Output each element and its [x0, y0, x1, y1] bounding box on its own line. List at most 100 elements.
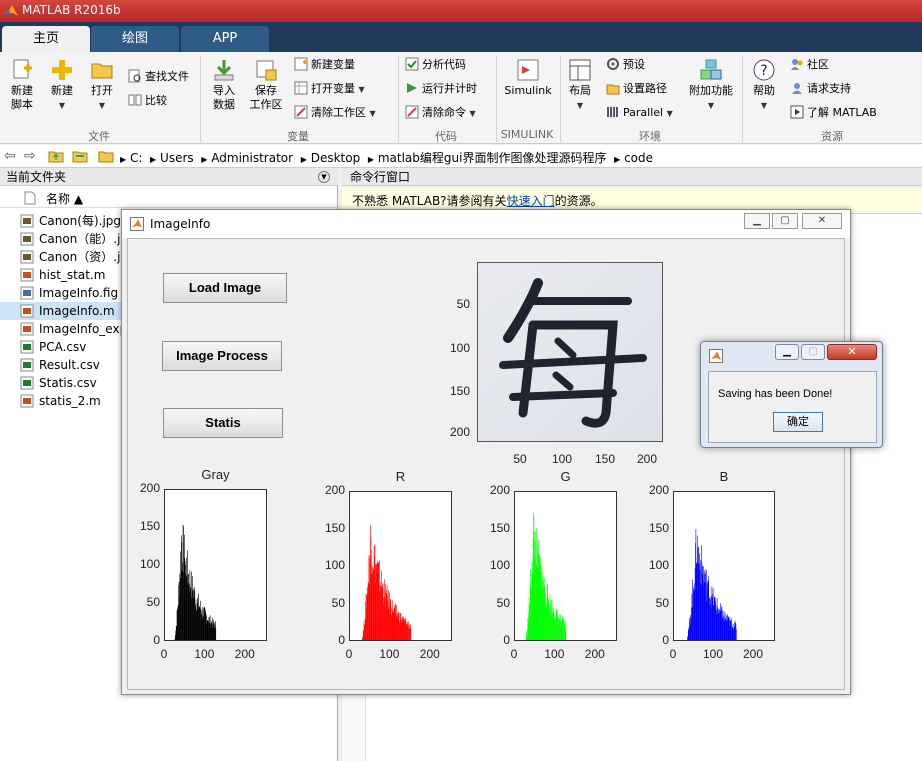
set-path-button[interactable]: 设置路径 [606, 80, 667, 98]
learn-matlab-button[interactable]: 了解 MATLAB [790, 104, 877, 122]
community-button[interactable]: 社区 [790, 56, 829, 74]
breadcrumb-administrator[interactable]: Administrator [211, 151, 293, 165]
breadcrumb-code[interactable]: code [624, 151, 653, 165]
csv-file-icon [20, 358, 34, 372]
find-files-button[interactable]: 查找文件 [128, 68, 189, 86]
histogram-ytick: 200 [648, 483, 669, 497]
parallel-button[interactable]: Parallel ▼ [606, 104, 673, 122]
figure-title: ImageInfo [150, 217, 211, 231]
open-variable-button[interactable]: 打开变量 ▼ [294, 80, 365, 98]
histogram-ytick: 100 [139, 557, 160, 571]
breadcrumb-desktop[interactable]: Desktop [311, 151, 361, 165]
import-data-button[interactable]: 导入 数据 [208, 58, 240, 112]
folder-icon [98, 151, 114, 163]
image-glyph-mei [478, 263, 662, 441]
file-name: ImageInfo.m [39, 304, 115, 318]
set-path-icon [606, 84, 620, 95]
new-script-icon [13, 59, 32, 79]
panel-menu-icon[interactable]: ▼ [318, 171, 330, 183]
clear-workspace-button[interactable]: 清除工作区 ▼ [294, 104, 376, 122]
breadcrumb-project[interactable]: matlab编程gui界面制作图像处理源码程序 [378, 151, 607, 165]
breadcrumb: ▶ C: ▶ Users ▶ Administrator ▶ Desktop ▶… [120, 151, 654, 165]
clear-commands-button[interactable]: 清除命令 ▼ [405, 104, 476, 122]
tab-apps[interactable]: APP [181, 26, 269, 52]
matlab-dialog-icon [709, 349, 723, 363]
histogram-bar [687, 640, 688, 641]
image-ytick: 100 [449, 341, 470, 355]
analyze-code-button[interactable]: 分析代码 [405, 56, 466, 74]
save-workspace-button[interactable]: 保存 工作区 [246, 58, 286, 112]
breadcrumb-users[interactable]: Users [160, 151, 194, 165]
histogram-ytick: 200 [139, 481, 160, 495]
file-name: hist_stat.m [39, 268, 106, 282]
compare-button[interactable]: 比较 [128, 92, 167, 110]
saving-done-dialog: ▁ ▢ ✕ Saving has been Done! 确定 [700, 341, 883, 448]
svg-text:?: ? [760, 63, 767, 79]
clear-workspace-icon [294, 105, 308, 119]
dialog-maximize-button[interactable]: ▢ [801, 344, 825, 360]
group-label-simulink: SIMULINK [500, 128, 554, 141]
name-column-header[interactable]: 名称 ▲ [46, 190, 83, 207]
help-icon: ? [753, 59, 775, 81]
breadcrumb-drive[interactable]: C: [130, 151, 142, 165]
group-label-code: 代码 [435, 130, 457, 143]
help-button[interactable]: ? 帮助 ▼ [748, 58, 780, 113]
new-script-button[interactable]: 新建 脚本 [6, 58, 38, 112]
figure-title-bar: ImageInfo ▁ ▢ ✕ [122, 210, 850, 238]
community-icon [791, 59, 803, 70]
tab-plots[interactable]: 绘图 [91, 26, 179, 52]
up-folder-icon[interactable] [48, 149, 64, 163]
histogram-ytick: 100 [324, 558, 345, 572]
simulink-button[interactable]: Simulink [502, 58, 554, 98]
maximize-button[interactable]: ▢ [772, 213, 798, 229]
group-label-resources: 资源 [821, 130, 843, 143]
histogram-bar [736, 629, 737, 640]
minimize-button[interactable]: ▁ [744, 213, 770, 229]
file-name: PCA.csv [39, 340, 87, 354]
run-and-time-button[interactable]: 运行并计时 [405, 80, 477, 98]
layout-button[interactable]: 布局 ▼ [564, 58, 596, 113]
close-button[interactable]: ✕ [802, 213, 842, 229]
open-button[interactable]: 打开 ▼ [86, 58, 118, 113]
forward-icon[interactable]: ⇨ [24, 148, 36, 164]
new-variable-button[interactable]: 新建变量 [294, 56, 355, 74]
file-name: statis_2.m [39, 394, 101, 408]
dialog-body: Saving has been Done! 确定 [708, 371, 877, 443]
histogram-title: G [560, 469, 571, 484]
histogram-ytick: 0 [338, 633, 345, 647]
histogram-ytick: 50 [496, 595, 510, 610]
m-file-icon [20, 304, 34, 318]
request-support-button[interactable]: 请求支持 [790, 80, 851, 98]
dialog-close-button[interactable]: ✕ [827, 344, 877, 360]
image-ytick: 200 [449, 425, 470, 439]
histogram-xtick: 0 [345, 647, 353, 661]
load-image-button[interactable]: Load Image [163, 273, 287, 303]
fig-file-icon [20, 286, 34, 300]
preferences-button[interactable]: 预设 [606, 56, 645, 74]
new-variable-icon [294, 57, 308, 71]
dialog-minimize-button[interactable]: ▁ [775, 344, 799, 360]
histogram-xtick: 0 [510, 647, 518, 661]
add-ons-button[interactable]: 附加功能 ▼ [686, 58, 736, 113]
histogram-xtick: 100 [702, 647, 724, 661]
group-label-environment: 环境 [639, 130, 661, 143]
histogram-xtick: 0 [669, 647, 677, 661]
statis-button[interactable]: Statis [163, 408, 283, 438]
jpg-file-icon [20, 232, 34, 246]
current-folder-title: 当前文件夹 [0, 168, 338, 186]
back-icon[interactable]: ⇦ [4, 148, 16, 164]
find-files-icon [128, 69, 141, 83]
histogram-ytick: 0 [153, 633, 160, 647]
chevron-down-icon: ▼ [760, 101, 768, 110]
image-process-button[interactable]: Image Process [162, 341, 282, 371]
new-button[interactable]: 新建 ▼ [46, 58, 78, 113]
file-name: Result.csv [39, 358, 100, 372]
run-time-icon [407, 83, 417, 93]
getting-started-link[interactable]: 快速入门 [507, 194, 555, 208]
tab-home[interactable]: 主页 [2, 26, 90, 52]
image-xtick: 150 [594, 452, 616, 466]
browse-folder-icon[interactable] [72, 149, 88, 163]
histogram-title: B [719, 469, 729, 484]
gear-icon [607, 58, 619, 70]
dialog-ok-button[interactable]: 确定 [773, 412, 823, 432]
